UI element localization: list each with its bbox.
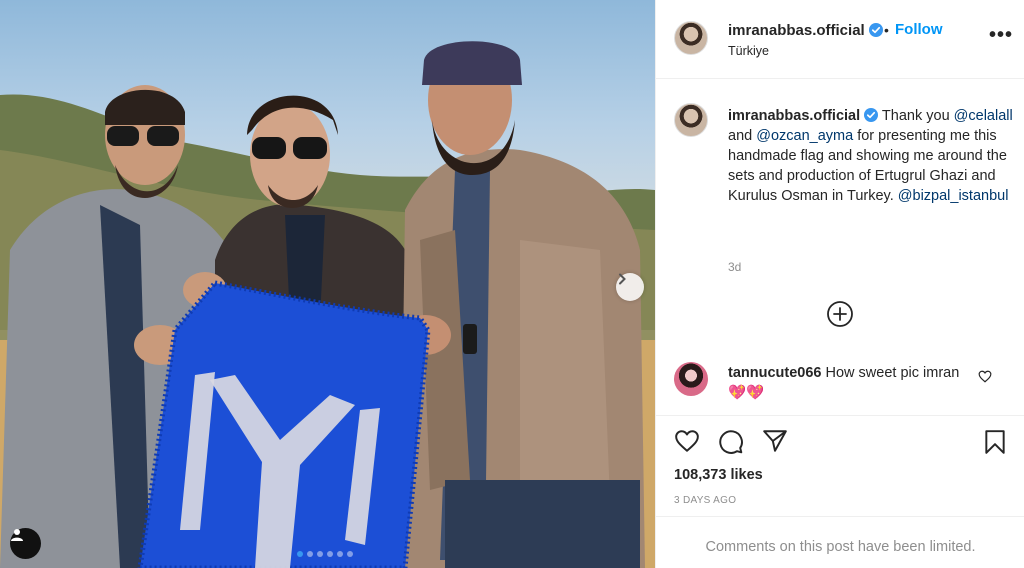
user-tag-button[interactable] bbox=[10, 528, 41, 559]
likes-count[interactable]: 108,373 likes bbox=[674, 467, 763, 483]
load-more-comments-icon[interactable] bbox=[826, 300, 854, 328]
comment-box-area: Comments on this post have been limited. bbox=[656, 516, 1024, 568]
next-slide-button[interactable] bbox=[616, 273, 644, 301]
save-bookmark-icon[interactable] bbox=[983, 429, 1007, 455]
post-photo[interactable] bbox=[0, 0, 655, 568]
post-caption: imranabbas.official Thank you @celalall … bbox=[728, 106, 1013, 206]
post-header: imranabbas.official • Follow Türkiye ••• bbox=[656, 0, 1024, 79]
verified-badge-icon bbox=[864, 108, 879, 122]
comment-emoji: 💖💖 bbox=[728, 385, 765, 401]
carousel-indicator bbox=[297, 551, 353, 557]
post-location[interactable]: Türkiye bbox=[728, 44, 769, 58]
post-actions bbox=[656, 417, 1024, 467]
comments-limited-notice: Comments on this post have been limited. bbox=[705, 539, 976, 555]
mention-link[interactable]: @bizpal_istanbul bbox=[898, 188, 1009, 204]
follow-button[interactable]: Follow bbox=[895, 21, 943, 38]
caption-username[interactable]: imranabbas.official bbox=[728, 108, 860, 124]
photo-illustration bbox=[0, 41, 655, 568]
caption-timestamp[interactable]: 3d bbox=[728, 260, 741, 274]
caption-text: Thank you bbox=[878, 108, 954, 124]
user-tag-icon bbox=[11, 529, 23, 541]
post-date[interactable]: 3 DAYS AGO bbox=[674, 495, 736, 506]
like-heart-icon[interactable] bbox=[674, 429, 700, 453]
verified-badge-icon bbox=[868, 23, 883, 37]
author-username[interactable]: imranabbas.official bbox=[728, 22, 883, 39]
more-options-icon[interactable]: ••• bbox=[989, 24, 1013, 47]
carousel-dot bbox=[307, 551, 313, 557]
comment-text: How sweet pic imran bbox=[821, 365, 960, 381]
share-icon[interactable] bbox=[762, 429, 788, 453]
carousel-dot bbox=[297, 551, 303, 557]
comment-item: tannucute066 How sweet pic imran 💖💖 bbox=[728, 363, 978, 403]
caption-author-avatar[interactable] bbox=[674, 103, 708, 137]
carousel-dot bbox=[347, 551, 353, 557]
commenter-avatar[interactable] bbox=[674, 362, 708, 396]
carousel-dot bbox=[337, 551, 343, 557]
mention-link[interactable]: @celalall bbox=[954, 108, 1013, 124]
author-avatar[interactable] bbox=[674, 21, 708, 55]
commenter-username[interactable]: tannucute066 bbox=[728, 365, 821, 381]
next-slide-icon bbox=[619, 273, 626, 285]
caption-text: and bbox=[728, 128, 757, 144]
comment-icon[interactable] bbox=[718, 429, 744, 455]
mention-link[interactable]: @ozcan_ayma bbox=[756, 128, 853, 144]
carousel-dot bbox=[327, 551, 333, 557]
header-separator: • bbox=[884, 22, 889, 38]
comments-section: imranabbas.official Thank you @celalall … bbox=[656, 80, 1024, 416]
comment-like-icon[interactable] bbox=[978, 370, 992, 383]
post-side-panel: imranabbas.official • Follow Türkiye •••… bbox=[655, 0, 1024, 568]
carousel-dot bbox=[317, 551, 323, 557]
